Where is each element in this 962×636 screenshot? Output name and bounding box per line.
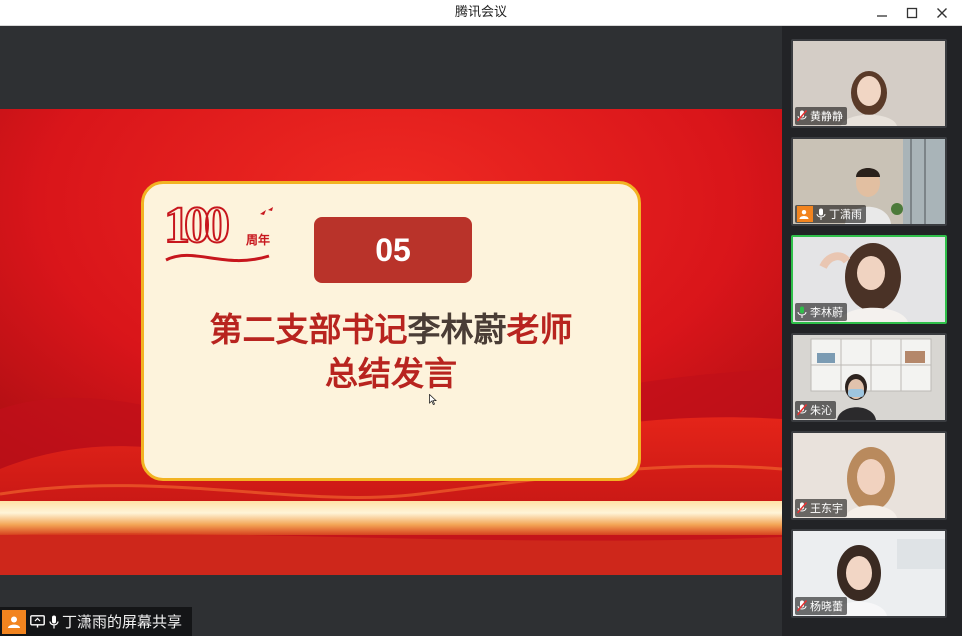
- participant-name-tag: 朱沁: [795, 401, 836, 419]
- heading-title: 老师: [506, 310, 573, 349]
- heading-speaker-name: 李林蔚: [407, 310, 507, 349]
- mic-muted-icon: [797, 502, 807, 514]
- window-title: 腾讯会议: [454, 5, 507, 20]
- heading-role: 第二支部书记: [209, 310, 408, 349]
- maximize-button[interactable]: [897, 0, 927, 25]
- mic-muted-icon: [797, 600, 807, 612]
- shared-screen-area[interactable]: 100 周年 05 第二支部书记李林蔚老师 总结发言: [0, 26, 782, 636]
- participant-tile[interactable]: 黄静静: [791, 39, 947, 128]
- title-card: 100 周年 05 第二支部书记李林蔚老师 总结发言: [141, 181, 641, 481]
- slide-heading: 第二支部书记李林蔚老师 总结发言: [144, 308, 638, 396]
- participant-tile[interactable]: 王东宇: [791, 431, 947, 520]
- participant-name-tag: 黄静静: [795, 107, 847, 125]
- heading-line-1: 第二支部书记李林蔚老师: [144, 308, 638, 352]
- participant-tile[interactable]: 朱沁: [791, 333, 947, 422]
- participant-tile[interactable]: 杨晓蕾: [791, 529, 947, 618]
- participant-name-tag: 杨晓蕾: [795, 597, 847, 615]
- participant-name: 王东宇: [810, 502, 843, 515]
- screen-share-owner: 丁潇雨的屏幕共享: [62, 613, 183, 631]
- participant-name: 黄静静: [810, 110, 843, 123]
- participant-name-tag: 王东宇: [795, 499, 847, 517]
- participant-tile-active-speaker[interactable]: 李林蔚: [791, 235, 947, 324]
- participant-name: 朱沁: [810, 404, 832, 417]
- title-bar: 腾讯会议: [0, 0, 962, 26]
- ribbon-and-birds-icon: [165, 207, 273, 263]
- mouse-cursor-icon: [429, 394, 437, 406]
- close-icon: [937, 7, 947, 18]
- mic-muted-icon: [797, 404, 807, 416]
- participant-name-tag: 李林蔚: [795, 303, 847, 321]
- section-number-badge: 05: [314, 217, 472, 283]
- heading-line-2: 总结发言: [325, 354, 457, 393]
- screen-share-icon: [30, 615, 45, 628]
- presentation-slide: 100 周年 05 第二支部书记李林蔚老师 总结发言: [0, 109, 782, 575]
- participant-name: 李林蔚: [810, 306, 843, 319]
- minimize-icon: [877, 14, 887, 17]
- participant-name: 杨晓蕾: [810, 600, 843, 613]
- minimize-button[interactable]: [867, 0, 897, 25]
- host-badge-icon: [797, 206, 813, 222]
- maximize-icon: [906, 7, 918, 18]
- close-button[interactable]: [927, 0, 957, 25]
- mic-muted-icon: [797, 110, 807, 122]
- screen-share-label: 丁潇雨的屏幕共享: [0, 607, 192, 636]
- participant-list: 黄静静 丁潇雨 李林蔚 朱沁 王东宇 杨晓蕾: [782, 26, 962, 636]
- participant-name: 丁潇雨: [829, 208, 862, 221]
- mic-speaking-icon: [797, 306, 807, 318]
- microphone-icon: [49, 615, 59, 629]
- host-badge-icon: [2, 609, 26, 634]
- microphone-icon: [816, 208, 826, 220]
- participant-tile[interactable]: 丁潇雨: [791, 137, 947, 226]
- participant-name-tag: 丁潇雨: [795, 205, 866, 223]
- centennial-logo: 100 周年: [163, 197, 279, 268]
